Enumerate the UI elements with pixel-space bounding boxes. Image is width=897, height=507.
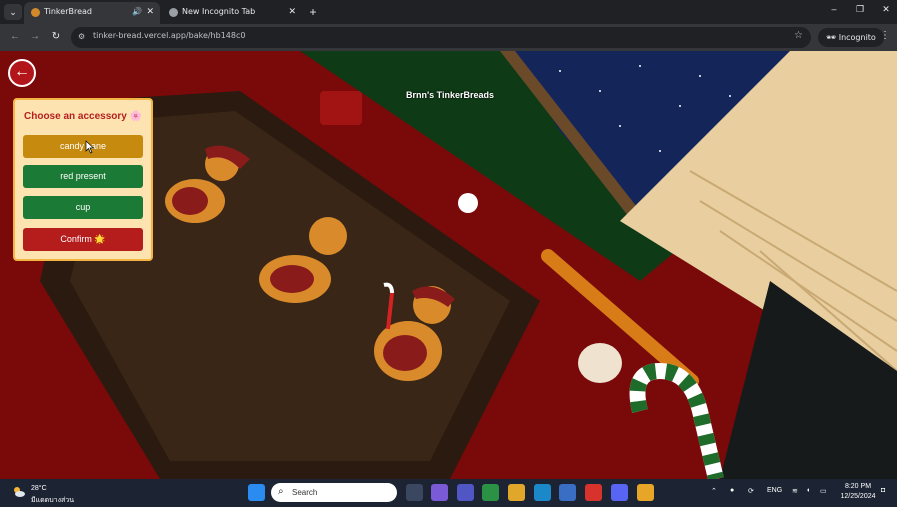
accessory-panel: Choose an accessory 🌸 candy cane red pre… [13,98,153,261]
teams-icon[interactable] [457,484,474,501]
tinkerbread-favicon-icon [31,8,40,17]
forward-nav-icon[interactable]: → [28,30,42,44]
tray-app-icon[interactable]: ● [730,487,734,494]
minimize-button[interactable]: – [823,4,845,14]
option-cup-button[interactable]: cup [23,196,143,219]
panel-heading: Choose an accessory 🌸 [24,111,143,122]
bookmark-star-icon[interactable]: ☆ [794,30,803,41]
maximize-button[interactable]: ❐ [849,4,871,15]
taskbar-search[interactable]: ⌕ Search [271,483,397,502]
weather-desc: มีแดดบางส่วน [31,497,74,504]
tab-title: New Incognito Tab [182,7,256,16]
peppermint-candy [458,193,478,213]
mouse-cursor-icon [85,140,95,154]
copilot-icon[interactable] [431,484,448,501]
tab-tinkerbread[interactable]: TinkerBread 🔊 ✕ [24,2,160,24]
back-nav-icon[interactable]: ← [8,30,22,44]
incognito-favicon-icon [169,8,178,17]
wifi-icon[interactable]: ≋ [792,487,798,495]
clock-date: 12/25/2024 [840,493,876,500]
speaker-icon[interactable]: 🔊 [132,2,142,22]
tab-search-button[interactable]: ⌄ [4,4,22,20]
task-view-icon[interactable] [406,484,423,501]
white-mug [578,343,622,383]
address-bar[interactable]: ⚙ tinker-bread.vercel.app/bake/hb148c0 ☆ [71,27,811,48]
url-text[interactable]: tinker-bread.vercel.app/bake/hb148c0 [93,31,245,40]
search-placeholder: Search [292,488,318,497]
search-icon: ⌕ [278,486,284,497]
volume-icon[interactable]: ◖ [806,487,810,494]
windows-taskbar: 28°C มีแดดบางส่วน ⌕ Search ⌃ ● ⟳ ENG ≋ ◖… [0,479,897,507]
language-indicator[interactable]: ENG [767,487,782,494]
file-explorer-icon[interactable] [508,484,525,501]
incognito-icon: 🕶 [826,33,837,42]
browser-tabbar: ⌄ TinkerBread 🔊 ✕ New Incognito Tab ✕ + … [0,0,897,24]
page-title: Brnn's TinkerBreads [406,90,495,100]
option-candy-cane-button[interactable]: candy cane [23,135,143,158]
weather-cloud-icon [14,487,25,497]
arrow-left-icon: ← [14,63,30,80]
close-tab-icon[interactable]: ✕ [288,2,296,22]
windows-start-icon[interactable] [248,484,265,501]
taskbar-clock[interactable]: 8:20 PM 12/25/2024 [838,482,878,502]
sync-icon[interactable]: ⟳ [748,487,754,495]
app-icon[interactable] [637,484,654,501]
reload-icon[interactable]: ↻ [49,30,63,44]
menu-kebab-icon[interactable]: ⋮ [880,30,890,41]
weather-widget[interactable]: 28°C มีแดดบางส่วน [12,483,82,505]
store-icon[interactable] [559,484,576,501]
site-info-icon[interactable]: ⚙ [78,31,90,43]
close-window-button[interactable]: ✕ [875,4,897,15]
new-tab-button[interactable]: + [306,3,320,21]
tab-title: TinkerBread [44,7,92,16]
back-button[interactable]: ← [8,59,36,87]
red-cup [320,91,362,125]
game-viewport[interactable]: Brnn's TinkerBreads ← Choose an accessor… [0,51,897,479]
weather-temp: 28°C [31,485,47,492]
browser-toolbar: ← → ↻ ⚙ tinker-bread.vercel.app/bake/hb1… [0,24,897,51]
close-tab-icon[interactable]: ✕ [146,2,154,22]
incognito-indicator[interactable]: 🕶 Incognito [818,28,884,47]
app-icon[interactable] [585,484,602,501]
edge-icon[interactable] [534,484,551,501]
discord-icon[interactable] [611,484,628,501]
tab-new-incognito[interactable]: New Incognito Tab ✕ [162,2,302,24]
incognito-label: Incognito [838,33,876,42]
chevron-up-icon[interactable]: ⌃ [711,487,717,495]
chrome-icon[interactable] [482,484,499,501]
battery-icon[interactable]: ▭ [820,487,827,495]
clock-time: 8:20 PM [844,483,872,490]
notification-icon[interactable]: ◘ [881,487,885,494]
option-red-present-button[interactable]: red present [23,165,143,188]
confirm-button[interactable]: Confirm 🌟 [23,228,143,251]
